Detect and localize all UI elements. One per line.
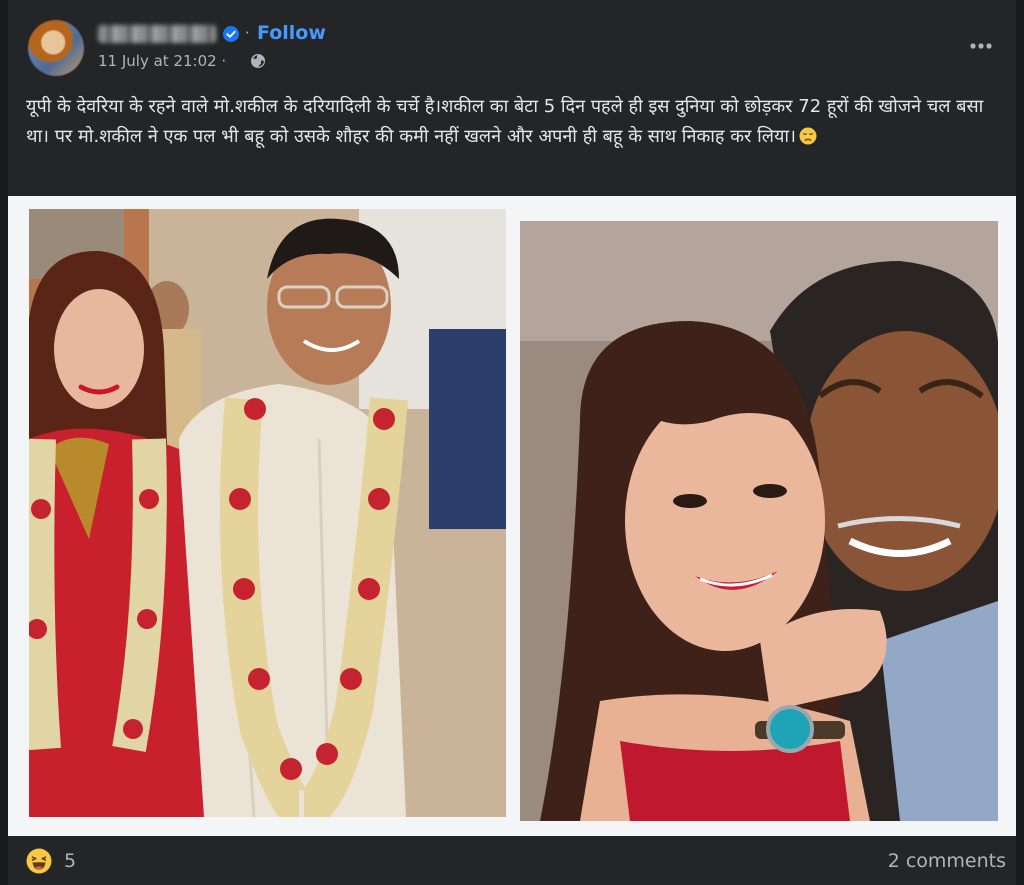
author-avatar[interactable] [28,20,84,76]
wedding-photo[interactable] [29,209,506,817]
selfie-photo[interactable] [520,221,998,821]
author-name-blurred[interactable] [98,25,216,43]
header-separator: · [245,24,250,42]
comments-link[interactable]: 2 comments [888,850,1006,872]
follow-button[interactable]: Follow [257,22,326,44]
globe-icon [251,54,265,68]
caption-text: यूपी के देवरिया के रहने वाले मो.शकील के … [26,96,984,147]
post-card: · Follow 11 July at 21:02 · यूपी के देवर… [8,0,1016,885]
more-options-icon[interactable] [966,36,996,56]
wedding-photo-illustration [29,209,506,817]
disappointed-face-emoji [799,127,817,145]
selfie-photo-illustration [520,221,998,821]
post-timestamp[interactable]: 11 July at 21:02 · [98,52,226,70]
haha-reaction-icon[interactable] [26,848,52,874]
reaction-bar: 5 2 comments [8,836,1016,885]
reaction-count[interactable]: 5 [64,850,76,872]
post-media[interactable] [8,196,1016,836]
post-caption: यूपी के देवरिया के रहने वाले मो.शकील के … [26,92,1006,152]
verified-badge-icon [223,26,239,42]
